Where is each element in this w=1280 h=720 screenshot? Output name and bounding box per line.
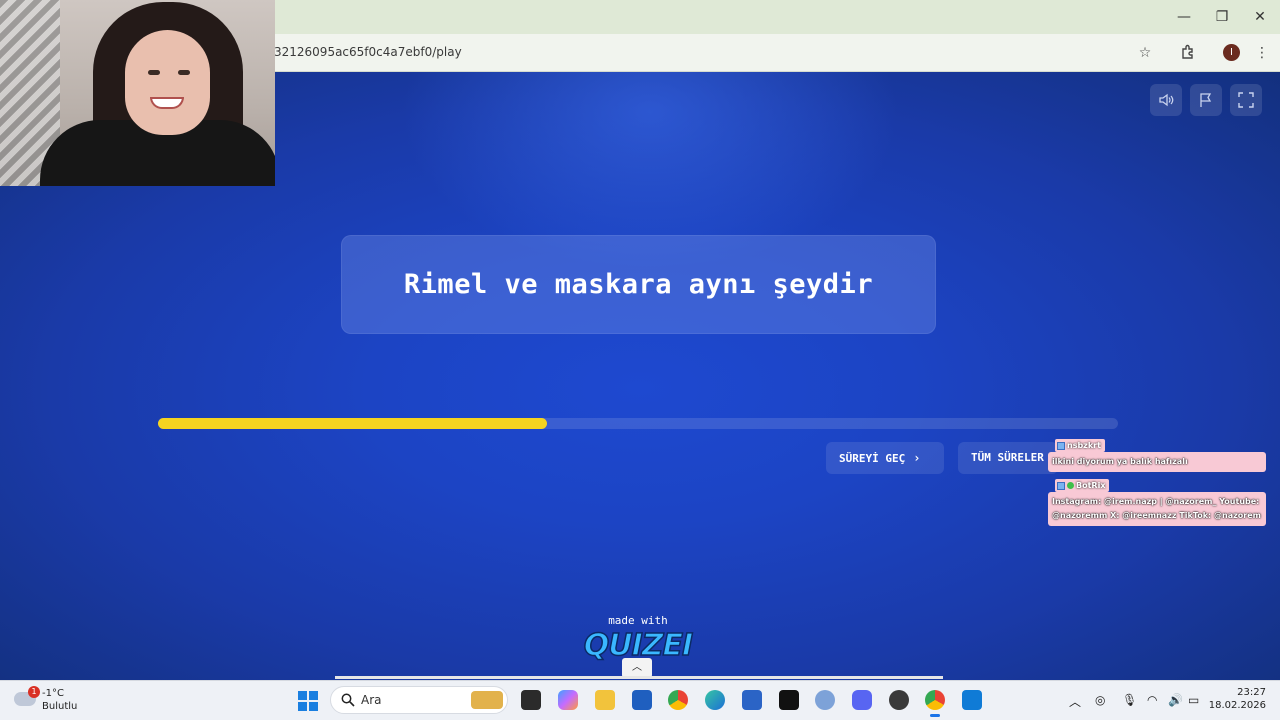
- timer-progress-fill: [158, 418, 547, 429]
- chevron-right-icon: ›: [913, 451, 921, 465]
- windows-logo-tile: [309, 702, 318, 711]
- window-app-icon[interactable]: [962, 690, 982, 710]
- windows-logo-tile: [298, 702, 307, 711]
- store-icon[interactable]: [632, 690, 652, 710]
- extensions-icon[interactable]: [1179, 44, 1197, 62]
- webcam-person-face: [125, 30, 210, 135]
- start-button[interactable]: [298, 691, 318, 711]
- bot-badge-icon: [1067, 482, 1074, 489]
- webcam-overlay: [0, 0, 275, 186]
- chat-message-1: ilkini diyorum ya balık hafızalı: [1048, 452, 1266, 472]
- close-window-button[interactable]: ✕: [1251, 8, 1269, 26]
- globe-app-icon[interactable]: [815, 690, 835, 710]
- speaker-icon[interactable]: 🔊: [1168, 693, 1183, 707]
- report-button[interactable]: [1190, 84, 1222, 116]
- webcam-person-eye: [148, 70, 160, 75]
- profile-avatar[interactable]: I: [1223, 44, 1240, 61]
- weather-desc: Bulutlu: [42, 701, 78, 712]
- copilot-icon[interactable]: [558, 690, 578, 710]
- taskbar-search[interactable]: Ara: [330, 686, 508, 714]
- chevron-up-icon[interactable]: ︿: [622, 658, 652, 678]
- fullscreen-button[interactable]: [1230, 84, 1262, 116]
- notification-badge: 1: [28, 686, 40, 698]
- task-view-icon[interactable]: [521, 690, 541, 710]
- obs-icon[interactable]: [889, 690, 909, 710]
- chrome-active-icon[interactable]: [925, 690, 945, 717]
- windows-logo-tile: [309, 691, 318, 700]
- question-text: Rimel ve maskara aynı şeydir: [403, 269, 874, 300]
- fullscreen-icon: [1238, 92, 1254, 108]
- all-timers-label: TÜM SÜRELER: [971, 451, 1044, 464]
- file-explorer-icon[interactable]: [595, 690, 615, 710]
- weather-temp: -1°C: [42, 688, 64, 699]
- url-text[interactable]: 32126095ac65f0c4a7ebf0/play: [274, 45, 462, 59]
- flag-icon: [1200, 93, 1212, 107]
- battery-icon[interactable]: ▭: [1188, 693, 1199, 707]
- restore-button[interactable]: ❐: [1213, 8, 1231, 26]
- search-label: Ara: [361, 693, 382, 707]
- clock-date: 18.02.2026: [1208, 700, 1266, 711]
- skip-timer-label: SÜREYİ GEÇ: [839, 452, 906, 465]
- chrome-icon[interactable]: [668, 690, 688, 710]
- all-timers-button[interactable]: TÜM SÜRELER: [958, 442, 1058, 474]
- chat-message-2: Instagram: @irem.nazp | @nazorem_ Youtub…: [1048, 492, 1266, 526]
- webcam-person-eye: [178, 70, 190, 75]
- tray-overflow-icon[interactable]: ︿: [1069, 693, 1081, 710]
- chat-badge-icon: [1057, 441, 1065, 450]
- discord-icon[interactable]: [852, 690, 872, 710]
- microphone-icon[interactable]: 🎙: [1122, 693, 1137, 707]
- word-icon[interactable]: [742, 690, 762, 710]
- network-app-icon[interactable]: ◎: [1095, 693, 1105, 707]
- volume-icon: [1159, 93, 1174, 107]
- system-clock[interactable]: 23:27 18.02.2026: [1208, 686, 1266, 712]
- made-with-text: made with: [608, 614, 668, 627]
- chat-username-1: nsbzkrt: [1055, 439, 1105, 452]
- edge-icon[interactable]: [705, 690, 725, 710]
- minimize-button[interactable]: —: [1175, 8, 1193, 26]
- bookmark-star-icon[interactable]: ☆: [1136, 44, 1154, 62]
- browser-menu-icon[interactable]: ⋮: [1253, 44, 1271, 62]
- timer-progress-bar: [158, 418, 1118, 429]
- search-icon: [341, 693, 355, 707]
- bottom-strip: [335, 676, 943, 679]
- skip-timer-button[interactable]: SÜREYİ GEÇ ›: [826, 442, 944, 474]
- search-highlight-icon: [471, 691, 503, 709]
- windows-logo-tile: [298, 691, 307, 700]
- wifi-icon[interactable]: ◠: [1147, 693, 1157, 707]
- question-card: Rimel ve maskara aynı şeydir: [341, 235, 936, 334]
- volume-button[interactable]: [1150, 84, 1182, 116]
- capcut-icon[interactable]: [779, 690, 799, 710]
- chat-username-2: BotRix: [1055, 479, 1110, 492]
- clock-time: 23:27: [1237, 687, 1266, 698]
- chat-badge-icon: [1057, 481, 1065, 490]
